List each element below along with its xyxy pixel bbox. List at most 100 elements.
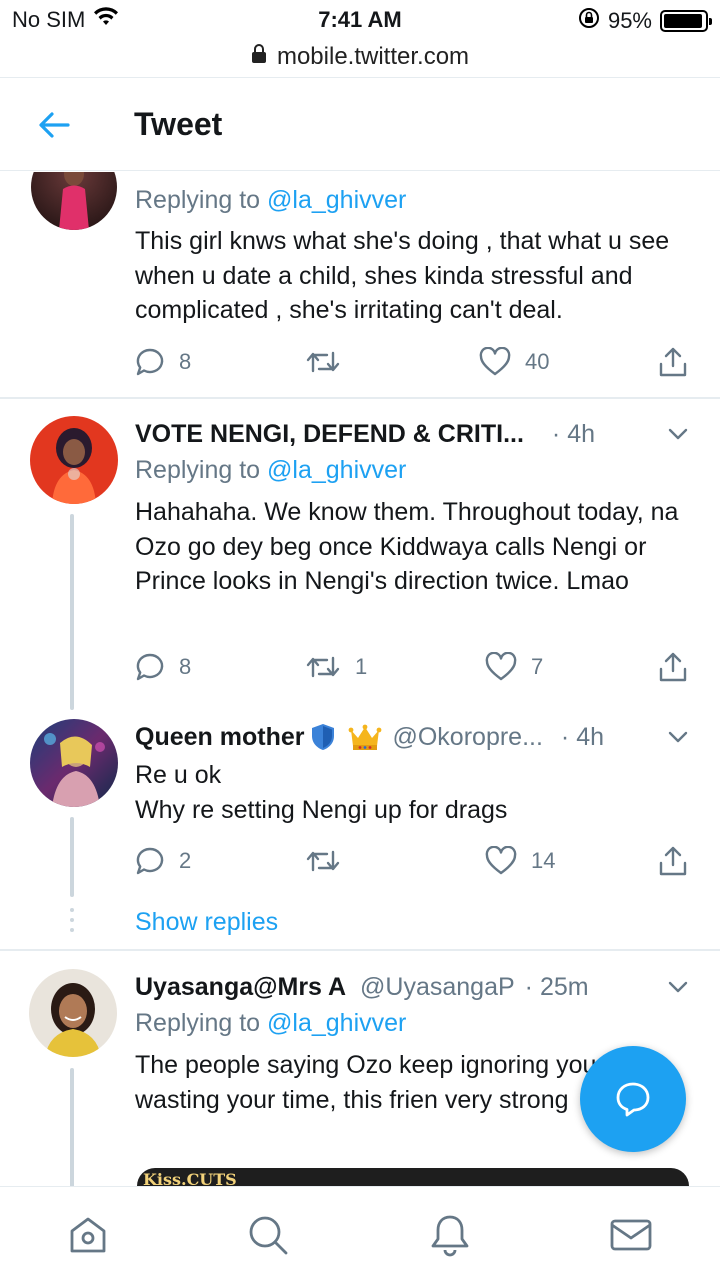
like-button[interactable]: 40 (479, 342, 549, 382)
mention-link[interactable]: @la_ghivver (267, 186, 406, 214)
like-button[interactable]: 14 (485, 841, 555, 881)
divider (0, 397, 720, 399)
retweet-button[interactable] (305, 342, 355, 382)
retweet-count: 1 (355, 654, 368, 679)
bottom-nav (0, 1186, 720, 1280)
wifi-icon (93, 7, 119, 33)
battery-icon (660, 10, 712, 32)
tweet-text: This girl knws what she's doing , that w… (135, 227, 670, 324)
avatar[interactable] (29, 969, 117, 1057)
share-button[interactable] (657, 647, 689, 687)
heart-icon (485, 846, 517, 875)
timestamp[interactable]: · 25m (525, 973, 589, 1002)
like-count: 14 (531, 848, 556, 873)
tweet-header: Uyasanga@Mrs A @UyasangaP · 25m (135, 970, 690, 1004)
display-name[interactable]: Uyasanga@Mrs A (135, 973, 346, 1002)
media-caption: Kiss.CUTS (143, 1170, 237, 1186)
avatar[interactable] (30, 416, 118, 504)
reply-icon (136, 348, 164, 376)
share-icon (659, 347, 687, 377)
handle[interactable]: @UyasangaP (360, 973, 515, 1002)
share-button[interactable] (657, 841, 689, 881)
tweet-header: VOTE NENGI, DEFEND & CRITI... · 4h (135, 417, 690, 451)
replying-to: Replying to @la_ghivver (135, 186, 406, 215)
retweet-button[interactable] (305, 841, 355, 881)
thread-dots (70, 908, 74, 938)
handle[interactable]: @Okoropre... (392, 723, 542, 752)
reply-button[interactable]: 8 (135, 647, 191, 687)
nav-search[interactable] (246, 1213, 290, 1257)
page-title: Tweet (134, 106, 223, 142)
reply-count: 2 (179, 848, 192, 873)
rotation-lock-icon (578, 7, 600, 35)
avatar[interactable] (30, 719, 118, 807)
reply-icon (136, 653, 164, 681)
tweet-text-line: Why re setting Nengi up for drags (135, 795, 508, 824)
nav-home[interactable] (66, 1213, 110, 1257)
url-bar[interactable]: mobile.twitter.com (0, 38, 720, 76)
tweet-actions: 2 14 (135, 841, 695, 881)
tweet-actions: 8 1 7 (135, 647, 695, 687)
retweet-icon (306, 351, 340, 373)
page-header: Tweet (0, 77, 720, 171)
replying-to-label: Replying to (135, 1009, 261, 1037)
mail-icon (610, 1219, 652, 1251)
chevron-down-icon[interactable] (666, 725, 690, 749)
mention-link[interactable]: @la_ghivver (267, 456, 406, 484)
share-icon (659, 652, 687, 682)
thread-line (70, 817, 74, 897)
like-count: 40 (525, 349, 550, 374)
reply-count: 8 (179, 654, 192, 679)
url-text[interactable]: mobile.twitter.com (277, 43, 469, 71)
replying-to-label: Replying to (135, 186, 261, 214)
heart-icon (485, 652, 517, 681)
replying-to: Replying to @la_ghivver (135, 456, 406, 485)
tweet-text: Hahahaha. We know them. Throughout today… (135, 498, 679, 595)
thread-line (70, 1068, 74, 1186)
search-icon (249, 1216, 288, 1255)
reply-timeline[interactable]: Replying to @la_ghivver This girl knws w… (0, 172, 720, 1186)
back-button[interactable] (34, 108, 74, 142)
chevron-down-icon[interactable] (666, 975, 690, 999)
battery-percent: 95% (607, 8, 652, 33)
display-name[interactable]: Queen mother (135, 723, 304, 752)
status-bar-right: 95% (578, 7, 712, 35)
status-bar: No SIM 7:41 AM 95% (0, 0, 720, 40)
share-button[interactable] (657, 342, 689, 382)
crown-icon (348, 722, 382, 752)
bell-icon (431, 1215, 469, 1257)
verified-shield-icon (308, 722, 338, 752)
tweet-media[interactable]: Kiss.CUTS (137, 1168, 689, 1186)
reply-icon (136, 847, 164, 875)
avatar[interactable] (31, 172, 117, 230)
mention-link[interactable]: @la_ghivver (267, 1009, 406, 1037)
replying-to-label: Replying to (135, 456, 261, 484)
home-icon (70, 1217, 106, 1253)
chevron-down-icon[interactable] (666, 422, 690, 446)
heart-icon (479, 347, 511, 376)
like-button[interactable]: 7 (485, 647, 543, 687)
share-icon (659, 846, 687, 876)
status-bar-left: No SIM (12, 7, 119, 33)
reply-count: 8 (179, 349, 192, 374)
nav-notifications[interactable] (428, 1213, 472, 1257)
retweet-icon (306, 850, 340, 872)
arrow-left-icon (39, 112, 70, 138)
reply-button[interactable]: 2 (135, 841, 191, 881)
compose-reply-button[interactable] (580, 1046, 686, 1152)
tweet-text-line: Re u ok (135, 761, 222, 789)
show-replies-link[interactable]: Show replies (135, 908, 278, 937)
carrier-label: No SIM (12, 7, 86, 32)
display-name[interactable]: VOTE NENGI, DEFEND & CRITI... (135, 420, 524, 449)
tweet-text: Re u ok Why re setting Nengi up for drag… (135, 758, 695, 827)
replying-to: Replying to @la_ghivver (135, 1009, 406, 1038)
tweet-header: Queen mother @Okoropre... · 4h (135, 720, 690, 754)
lock-icon (251, 43, 267, 71)
thread-line (70, 514, 74, 710)
compose-reply-icon (616, 1082, 650, 1117)
timestamp[interactable]: · 4h (561, 723, 604, 752)
nav-messages[interactable] (609, 1213, 653, 1257)
reply-button[interactable]: 8 (135, 342, 191, 382)
timestamp[interactable]: · 4h (552, 420, 595, 449)
retweet-button[interactable]: 1 (305, 647, 367, 687)
